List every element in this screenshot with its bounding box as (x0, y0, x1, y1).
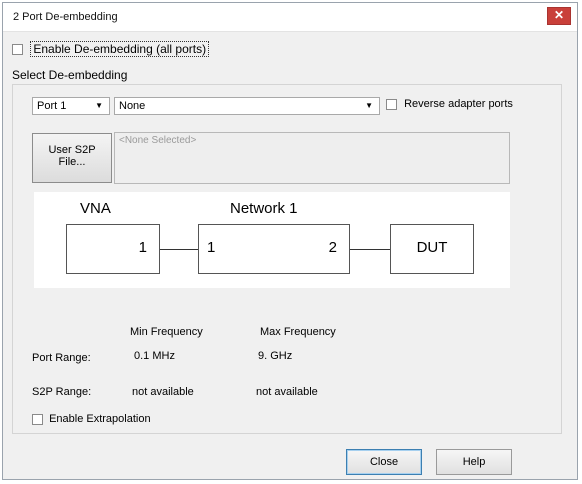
s2p-range-label: S2P Range: (32, 386, 92, 398)
chevron-down-icon: ▼ (365, 101, 373, 110)
dut-box: DUT (390, 224, 474, 274)
connector-line (160, 249, 198, 250)
connector-line (350, 249, 390, 250)
network-port-right: 2 (328, 239, 337, 256)
close-button[interactable]: Close (346, 449, 422, 475)
min-frequency-header: Min Frequency (130, 326, 203, 338)
user-s2p-file-button[interactable]: User S2P File... (32, 133, 112, 183)
dut-label: DUT (416, 239, 448, 256)
reverse-adapter-row[interactable]: Reverse adapter ports (386, 98, 513, 110)
network-diagram: VNA Network 1 1 1 2 DUT (34, 192, 510, 288)
port-dropdown-value: Port 1 (37, 100, 67, 112)
extrapolation-checkbox[interactable] (32, 413, 43, 425)
deembed-type-dropdown[interactable]: None ▼ (114, 97, 380, 115)
enable-deembedding-label: Enable De-embedding (all ports) (30, 41, 210, 57)
help-button[interactable]: Help (436, 449, 512, 475)
close-icon[interactable]: ✕ (547, 7, 571, 25)
deembed-type-value: None (119, 100, 146, 112)
s2p-file-path-field[interactable]: <None Selected> (114, 132, 510, 184)
reverse-adapter-label: Reverse adapter ports (404, 98, 513, 110)
vna-box: 1 (66, 224, 160, 274)
port-range-label: Port Range: (32, 352, 91, 364)
extrapolation-row[interactable]: Enable Extrapolation (32, 413, 151, 425)
port-range-max: 9. GHz (258, 350, 293, 362)
title-bar[interactable]: 2 Port De-embedding ✕ (3, 3, 577, 32)
enable-deembedding-checkbox[interactable] (12, 44, 23, 56)
user-s2p-line1: User S2P (48, 144, 96, 156)
port-range-min: 0.1 MHz (134, 350, 175, 362)
s2p-range-max: not available (256, 386, 318, 398)
vna-label: VNA (80, 200, 111, 217)
select-deembedding-label: Select De-embedding (12, 68, 128, 82)
network-box: 1 2 (198, 224, 350, 274)
port-dropdown[interactable]: Port 1 ▼ (32, 97, 110, 115)
s2p-file-placeholder: <None Selected> (119, 135, 197, 146)
network-port-left: 1 (207, 239, 216, 256)
window-title: 2 Port De-embedding (13, 11, 118, 23)
user-s2p-line2: File... (58, 156, 86, 168)
max-frequency-header: Max Frequency (260, 326, 336, 338)
s2p-range-min: not available (132, 386, 194, 398)
network-label: Network 1 (230, 200, 298, 217)
reverse-adapter-checkbox[interactable] (386, 98, 397, 110)
enable-deembedding-row[interactable]: Enable De-embedding (all ports) (12, 41, 210, 57)
chevron-down-icon: ▼ (95, 101, 103, 110)
vna-port-number: 1 (138, 239, 147, 256)
extrapolation-label: Enable Extrapolation (49, 413, 151, 425)
